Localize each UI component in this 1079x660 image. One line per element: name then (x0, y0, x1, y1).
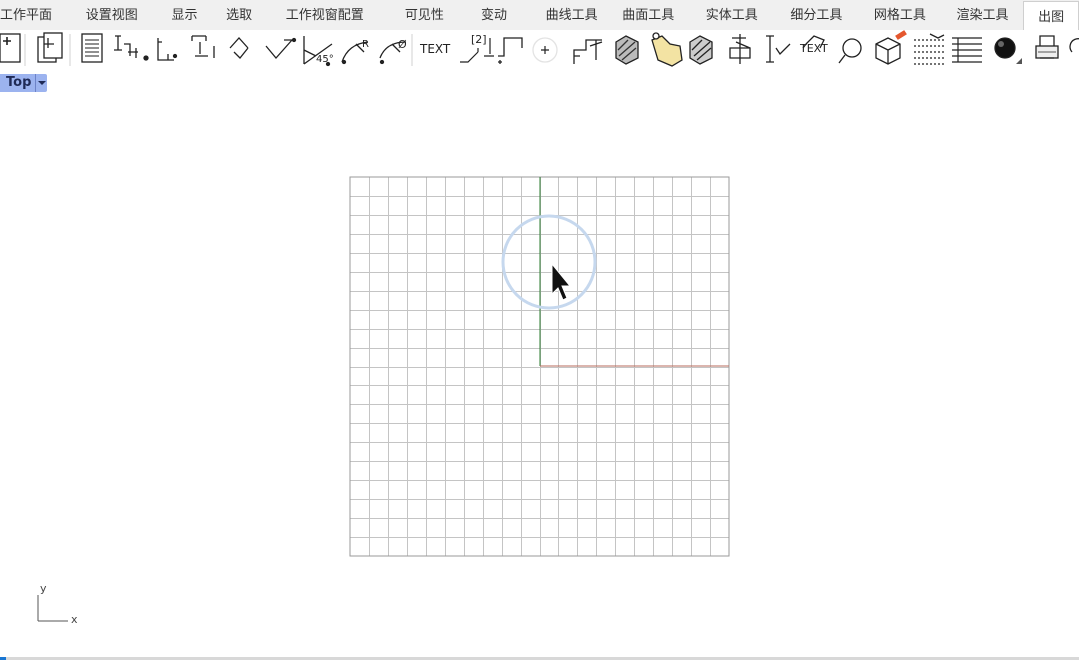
axis-gizmo (37, 595, 68, 622)
diameter-label: Ø (398, 38, 407, 51)
y-axis-label: y (40, 582, 47, 595)
point-icon[interactable] (532, 37, 558, 63)
ribbon-tab-bar: 工作平面 设置视图 显示 选取 工作视窗配置 可见性 变动 曲线工具 曲面工具 … (0, 0, 1079, 30)
copy-layout-icon[interactable] (37, 32, 63, 63)
cursor-highlight-ring (501, 214, 597, 310)
hatch-remove-icon[interactable] (689, 35, 713, 65)
aligned-dimension-icon[interactable] (157, 38, 178, 61)
arc-length-dimension-icon[interactable] (265, 37, 297, 59)
viewport-name[interactable]: Top (0, 74, 35, 92)
ordinate-dimension-icon[interactable] (573, 39, 603, 64)
x-axis-label: x (71, 613, 78, 626)
top-viewport[interactable]: y x Top (0, 74, 1079, 658)
angle45-label: 45° (316, 54, 334, 65)
new-layout-icon[interactable] (0, 33, 21, 63)
detail-label: [2] (471, 33, 487, 46)
text-search-icon[interactable] (838, 38, 862, 64)
layout-list-icon[interactable] (914, 33, 945, 65)
tab-workplane[interactable]: 工作平面 (0, 0, 52, 30)
tab-surface-tools[interactable]: 曲面工具 (607, 0, 689, 30)
tab-display[interactable]: 显示 (150, 0, 214, 30)
linear-dimension-icon[interactable] (114, 35, 149, 61)
render-sphere-icon[interactable] (994, 37, 1022, 64)
hatch-boundary-icon[interactable] (651, 32, 683, 67)
tab-transform[interactable]: 变动 (464, 0, 524, 30)
tab-visibility[interactable]: 可见性 (375, 0, 465, 30)
mouse-cursor-icon (551, 262, 572, 301)
page-setup-icon[interactable] (81, 33, 103, 63)
text-block-label: TEXT (800, 42, 828, 55)
radius-label: R (362, 39, 369, 50)
construction-grid: y x (37, 176, 730, 626)
center-mark-icon[interactable] (729, 34, 751, 64)
tab-solid-tools[interactable]: 实体工具 (689, 0, 775, 30)
print-icon[interactable] (1035, 35, 1059, 59)
drafting-toolbar: TEXT [2] 45° R Ø TEXT (0, 30, 1079, 70)
table-icon[interactable] (952, 37, 982, 63)
viewport-menu-chevron-down-icon[interactable] (35, 74, 47, 92)
tab-viewport-layout[interactable]: 工作视窗配置 (265, 0, 374, 30)
make-2d-icon[interactable] (875, 30, 907, 65)
tab-drafting[interactable]: 出图 (1023, 1, 1079, 30)
tab-subd-tools[interactable]: 细分工具 (775, 0, 859, 30)
tab-select[interactable]: 选取 (213, 0, 265, 30)
detail-view-icon[interactable] (498, 37, 523, 64)
tab-mesh-tools[interactable]: 网格工具 (858, 0, 942, 30)
dimension-check-icon[interactable] (766, 35, 791, 63)
tab-render-tools[interactable]: 渲染工具 (942, 0, 1024, 30)
zoom-icon[interactable] (1069, 38, 1079, 53)
tab-set-view[interactable]: 设置视图 (48, 0, 150, 30)
tab-curve-tools[interactable]: 曲线工具 (524, 0, 608, 30)
hatch-icon[interactable] (615, 35, 639, 65)
viewport-title-tab[interactable]: Top (0, 74, 48, 92)
rotated-dimension-icon[interactable] (191, 35, 215, 58)
angle-dimension-icon[interactable] (229, 37, 249, 59)
text-icon[interactable]: TEXT (420, 42, 450, 56)
